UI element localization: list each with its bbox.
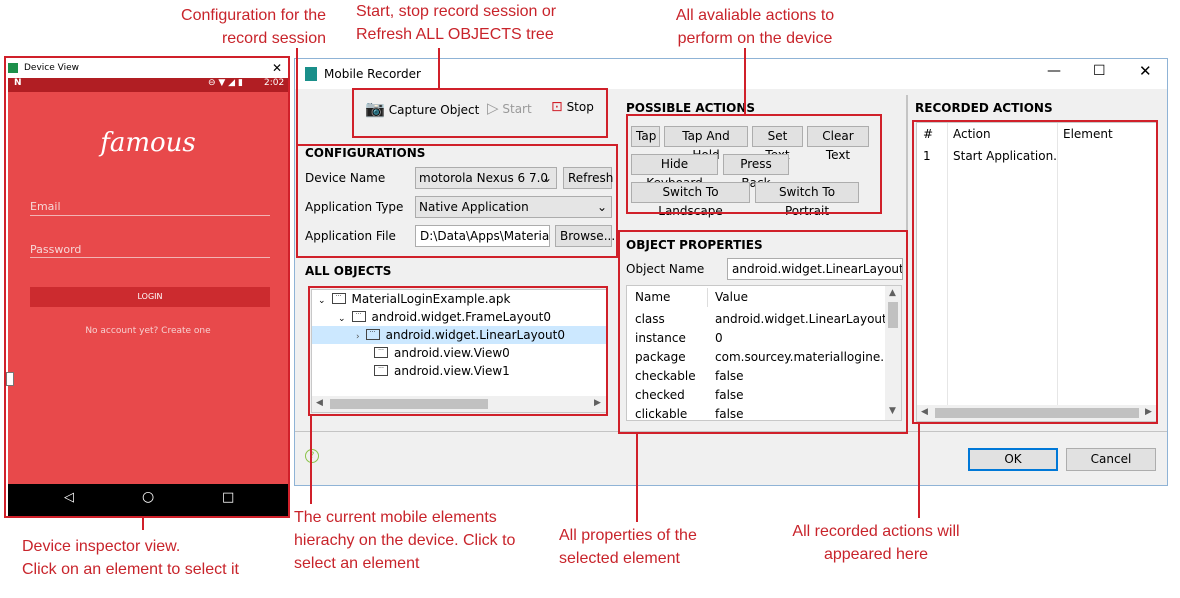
annotation-line: Configuration for the <box>181 7 326 24</box>
annotation-line: Start, stop record session or <box>356 3 557 20</box>
window-titlebar: Mobile Recorder — ☐ ✕ <box>295 59 1167 89</box>
connector-line <box>310 416 312 504</box>
annotation-inspector: Device inspector view. Click on an eleme… <box>22 535 282 581</box>
connector-line <box>438 48 440 88</box>
all-objects-title: ALL OBJECTS <box>305 264 392 278</box>
annotation-properties: All properties of the selected element <box>559 524 739 570</box>
help-icon[interactable]: ? <box>305 449 319 463</box>
annotation-config: Configuration for the record session <box>160 4 326 50</box>
annotation-recorded: All recorded actions will appeared here <box>764 520 988 566</box>
connector-line <box>296 48 298 144</box>
annotation-line: perform on the device <box>677 30 833 47</box>
maximize-icon[interactable]: ☐ <box>1093 63 1106 79</box>
ok-button[interactable]: OK <box>968 448 1058 471</box>
connector-line <box>636 434 638 522</box>
device-view-highlight <box>4 56 290 518</box>
annotation-session: Start, stop record session or Refresh AL… <box>356 0 586 46</box>
object-properties-highlight <box>618 230 908 434</box>
annotation-line: Refresh ALL OBJECTS tree <box>356 26 554 43</box>
possible-actions-highlight <box>626 114 882 214</box>
connector-line <box>744 48 746 114</box>
annotation-line: record session <box>221 30 326 47</box>
annotation-line: All avaliable actions to <box>675 7 835 24</box>
annotation-line: selected element <box>559 550 680 567</box>
possible-actions-title: POSSIBLE ACTIONS <box>626 101 756 115</box>
toolbar-highlight <box>352 88 608 138</box>
annotation-line: The current mobile elements <box>294 509 497 526</box>
window-title: Mobile Recorder <box>324 67 421 81</box>
close-icon[interactable]: ✕ <box>1139 62 1152 80</box>
connector-line <box>142 518 144 530</box>
annotation-actions: All avaliable actions to perform on the … <box>660 4 850 50</box>
annotation-hierarchy: The current mobile elements hierachy on … <box>294 506 544 575</box>
recorded-actions-title: RECORDED ACTIONS <box>915 101 1053 115</box>
recorded-actions-highlight <box>912 120 1158 424</box>
annotation-line: select an element <box>294 555 420 572</box>
cancel-button[interactable]: Cancel <box>1066 448 1156 471</box>
minimize-icon[interactable]: — <box>1047 63 1061 79</box>
configurations-highlight <box>296 144 618 258</box>
annotation-line: Click on an element to select it <box>22 561 239 578</box>
all-objects-highlight <box>308 286 608 416</box>
annotation-line: appeared here <box>823 546 929 563</box>
annotation-line: hierachy on the device. Click to <box>294 532 516 549</box>
annotation-line: All properties of the <box>559 527 697 544</box>
connector-line <box>918 424 920 518</box>
annotation-line: Device inspector view. <box>22 538 181 555</box>
annotation-line: All recorded actions will <box>792 523 960 540</box>
katalon-logo-icon <box>305 67 317 81</box>
